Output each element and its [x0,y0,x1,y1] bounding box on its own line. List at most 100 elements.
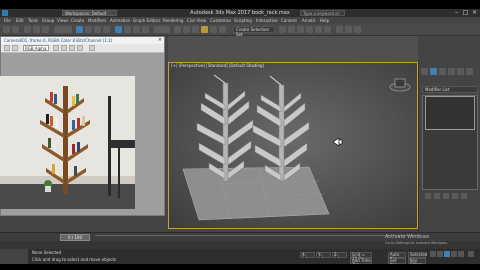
menu-tools[interactable]: Tools [28,18,38,23]
modifier-list-dropdown[interactable]: Modifier List [422,86,478,93]
link-icon[interactable] [24,26,31,33]
move-icon[interactable] [115,26,122,33]
menu-views[interactable]: Views [57,18,69,23]
menu-graph-editors[interactable]: Graph Editors [133,18,160,23]
select-object-icon[interactable] [76,26,83,33]
snaps-toggle-icon[interactable] [201,26,208,33]
menu-bar: File Edit Tools Group Views Create Modif… [0,17,480,24]
next-frame-icon[interactable] [451,251,457,257]
keyboard-shortcut-icon[interactable] [192,26,199,33]
viewport-scene [169,63,417,228]
menu-arnold[interactable]: Arnold [302,18,315,23]
menu-content[interactable]: Content [281,18,297,23]
select-by-name-icon[interactable] [85,26,92,33]
go-to-end-icon[interactable] [458,251,464,257]
align-icon[interactable] [288,26,295,33]
tab-hierarchy-icon[interactable] [439,68,446,75]
selection-filter-dropdown[interactable] [54,26,72,33]
pivot-center-icon[interactable] [174,26,181,33]
render-production-icon[interactable] [354,26,361,33]
pin-stack-icon[interactable] [425,193,431,199]
region-select-icon[interactable] [94,26,101,33]
mouse-cursor-icon [333,137,343,147]
green-channel-icon[interactable] [61,45,67,51]
rotate-icon[interactable] [124,26,131,33]
material-editor-icon[interactable] [324,26,331,33]
x-coord-field[interactable] [305,252,315,258]
minimize-button[interactable]: – [452,9,461,17]
menu-animation[interactable]: Animation [110,18,130,23]
mirror-icon[interactable] [279,26,286,33]
select-manipulate-icon[interactable] [183,26,190,33]
prompt-line: Click and drag to select and move object… [32,257,117,262]
menu-create[interactable]: Create [71,18,84,23]
layer-explorer-icon[interactable] [297,26,304,33]
zoom-extents-icon[interactable] [468,251,474,257]
angle-snap-icon[interactable] [210,26,217,33]
rendered-frame-window-icon[interactable] [345,26,352,33]
play-icon[interactable] [444,251,450,257]
make-unique-icon[interactable] [443,193,449,199]
main-toolbar: Create Selection Set [0,24,480,37]
redo-icon[interactable] [12,26,19,33]
menu-group[interactable]: Group [42,18,54,23]
floor-plane [182,166,330,221]
selection-set-dropdown[interactable]: Create Selection Set [233,26,275,37]
configure-modifier-sets-icon[interactable] [461,193,467,199]
menu-civil-view[interactable]: Civil View [187,18,206,23]
tab-modify-icon[interactable] [430,68,437,75]
menu-interactive[interactable]: Interactive [256,18,278,23]
command-panel: Modifier List [418,62,480,232]
menu-customize[interactable]: Customize [210,18,231,23]
show-end-result-icon[interactable] [434,193,440,199]
perspective-viewport[interactable] [168,62,418,229]
time-slider[interactable]: 0 / 100 [60,234,90,241]
modifier-stack-list[interactable] [425,96,475,130]
go-to-start-icon[interactable] [430,251,436,257]
previous-frame-icon[interactable] [437,251,443,257]
viewport-tool-strip [168,36,418,62]
place-icon[interactable] [142,26,149,33]
blue-channel-icon[interactable] [69,45,75,51]
close-button[interactable]: × [470,9,479,17]
curve-editor-icon[interactable] [306,26,313,33]
viewport-label[interactable]: [+] [Perspective] [Standard] [Default Sh… [171,63,264,68]
clear-icon[interactable] [89,45,95,51]
search-input[interactable]: Type a keyword or phrase [300,10,345,21]
window-crossing-icon[interactable] [103,26,110,33]
activate-windows-subtext: Go to Settings to activate Windows. [385,241,448,245]
frame-window-close-button[interactable]: × [158,37,162,44]
remove-modifier-icon[interactable] [452,193,458,199]
menu-rendering[interactable]: Rendering [163,18,183,23]
percent-snap-icon[interactable] [219,26,226,33]
scale-icon[interactable] [133,26,140,33]
y-coord-field[interactable] [321,252,331,258]
tab-display-icon[interactable] [457,68,464,75]
menu-modifiers[interactable]: Modifiers [88,18,106,23]
z-coord-field[interactable] [337,252,347,258]
red-channel-icon[interactable] [53,45,59,51]
maxscript-listener[interactable] [0,249,28,264]
menu-file[interactable]: File [4,18,11,23]
tab-motion-icon[interactable] [448,68,455,75]
copy-image-icon[interactable] [12,45,18,51]
unlink-icon[interactable] [33,26,40,33]
modifier-stack[interactable] [422,95,478,190]
save-image-icon[interactable] [4,45,10,51]
window-title: Autodesk 3ds Max 2017 book_rack.max [190,10,290,16]
channel-dropdown[interactable]: RGB Alpha [23,45,49,51]
render-setup-icon[interactable] [336,26,343,33]
maximize-button[interactable]: □ [461,9,470,17]
bind-space-warp-icon[interactable] [42,26,49,33]
menu-scripting[interactable]: Scripting [234,18,252,23]
reference-coordinate-dropdown[interactable] [154,26,170,33]
tab-utilities-icon[interactable] [466,68,473,75]
alpha-channel-icon[interactable] [77,45,83,51]
undo-icon[interactable] [3,26,10,33]
reference-photo [0,76,135,209]
z-coord-label: Z: [332,252,338,258]
schematic-view-icon[interactable] [315,26,322,33]
tab-create-icon[interactable] [421,68,428,75]
menu-help[interactable]: Help [320,18,329,23]
menu-edit[interactable]: Edit [16,18,24,23]
